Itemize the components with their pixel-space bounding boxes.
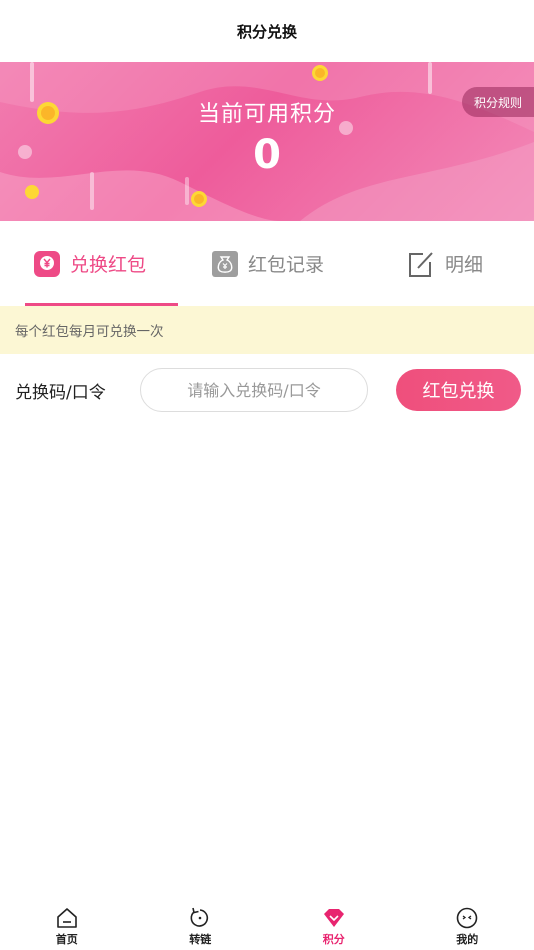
- tab-redeem-red-envelope[interactable]: 兑换红包: [0, 221, 178, 306]
- nav-item-me[interactable]: 我的: [401, 900, 534, 950]
- face-icon: [456, 907, 478, 929]
- points-value: 0: [253, 132, 281, 178]
- notice-bar: 每个红包每月可兑换一次: [0, 306, 534, 354]
- code-label: 兑换码/口令: [15, 383, 106, 403]
- nav-item-home[interactable]: 首页: [0, 900, 134, 950]
- nav-label: 转链: [189, 933, 212, 946]
- notice-text: 每个红包每月可兑换一次: [15, 324, 164, 340]
- points-label: 当前可用积分: [197, 102, 336, 127]
- redeem-button[interactable]: 红包兑换: [396, 369, 521, 411]
- title-bar: 积分兑换: [0, 0, 534, 62]
- tab-label: 兑换红包: [69, 254, 146, 276]
- redeem-code-input[interactable]: [140, 368, 368, 412]
- bottom-nav: 首页 转链 积分 我的: [0, 900, 534, 950]
- tab-red-envelope-records[interactable]: 红包记录: [178, 221, 356, 306]
- nav-label: 积分: [322, 933, 345, 946]
- tab-details[interactable]: 明细: [356, 221, 534, 306]
- diamond-icon: [323, 909, 344, 927]
- points-banner: 当前可用积分 0 积分规则: [0, 62, 534, 221]
- red-envelope-icon: [32, 249, 62, 279]
- money-bag-icon: [210, 249, 240, 279]
- page-title: 积分兑换: [236, 22, 297, 41]
- refresh-icon: [190, 907, 209, 927]
- nav-label: 首页: [55, 933, 78, 946]
- redeem-row: 兑换码/口令 红包兑换: [0, 368, 534, 412]
- edit-icon: [407, 249, 437, 279]
- nav-item-convert-link[interactable]: 转链: [134, 900, 268, 950]
- tab-bar: 兑换红包 红包记录 明细: [0, 221, 534, 306]
- home-icon: [56, 908, 77, 928]
- nav-label: 我的: [456, 933, 479, 946]
- points-rules-button[interactable]: 积分规则: [462, 87, 534, 117]
- tab-label: 明细: [444, 254, 483, 276]
- tab-label: 红包记录: [247, 254, 324, 276]
- nav-item-points[interactable]: 积分: [267, 900, 401, 950]
